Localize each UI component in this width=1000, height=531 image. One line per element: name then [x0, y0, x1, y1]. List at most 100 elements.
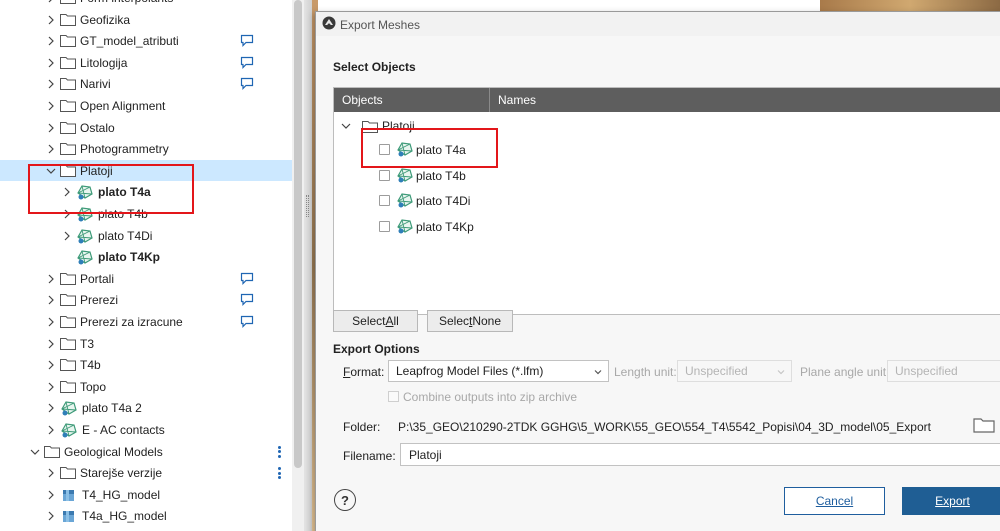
- object-label: plato T4b: [416, 168, 466, 183]
- app-window: Form interpolants Geofizika GT_model_atrib…: [0, 0, 1000, 531]
- tree-item[interactable]: Geological Models: [0, 441, 292, 462]
- select-all-label-key: A: [385, 314, 394, 328]
- comment-icon[interactable]: [240, 315, 254, 328]
- chevron-right-icon[interactable]: [44, 13, 58, 27]
- project-tree: Form interpolants Geofizika GT_model_atrib…: [0, 0, 292, 531]
- combine-zip-checkbox[interactable]: [388, 391, 399, 402]
- tree-item[interactable]: Narivi: [0, 73, 292, 94]
- tree-item-label: Ostalo: [80, 120, 115, 135]
- tree-item[interactable]: Topo: [0, 376, 292, 397]
- tree-item[interactable]: plato T4Di: [0, 225, 292, 246]
- chevron-right-icon[interactable]: [60, 229, 74, 243]
- chevron-right-icon[interactable]: [44, 509, 58, 523]
- chevron-right-icon[interactable]: [44, 401, 58, 415]
- folder-label: Folder:: [343, 420, 381, 434]
- chevron-right-icon[interactable]: [44, 358, 58, 372]
- chevron-right-icon[interactable]: [44, 488, 58, 502]
- mesh-icon: [77, 228, 93, 244]
- chevron-down-icon[interactable]: [341, 121, 351, 131]
- select-none-button[interactable]: Selec t None: [427, 310, 513, 332]
- folder-icon: [60, 294, 76, 307]
- tree-item[interactable]: T4b: [0, 354, 292, 375]
- chevron-right-icon[interactable]: [44, 272, 58, 286]
- tree-item[interactable]: T4_HG_model: [0, 484, 292, 505]
- chevron-right-icon[interactable]: [44, 121, 58, 135]
- chevron-right-icon[interactable]: [44, 337, 58, 351]
- cancel-button[interactable]: Cancel: [784, 487, 885, 515]
- chevron-right-icon[interactable]: [44, 380, 58, 394]
- tree-item[interactable]: Portali: [0, 268, 292, 289]
- folder-icon: [44, 445, 60, 458]
- geological-model-icon: [63, 489, 74, 501]
- tree-item[interactable]: Geofizika: [0, 9, 292, 30]
- chevron-right-icon[interactable]: [44, 466, 58, 480]
- length-unit-label: Length unit:: [614, 365, 677, 379]
- tree-item[interactable]: Prerezi: [0, 289, 292, 310]
- tree-item[interactable]: Open Alignment: [0, 95, 292, 116]
- object-checkbox[interactable]: [379, 220, 390, 232]
- object-row[interactable]: plato T4Kp: [334, 216, 1000, 238]
- tree-item[interactable]: Photogrammetry: [0, 138, 292, 159]
- tree-item[interactable]: plato T4a 2: [0, 397, 292, 418]
- more-options-icon[interactable]: [276, 445, 282, 459]
- cancel-label: Cancel: [815, 494, 854, 508]
- chevron-down-icon[interactable]: [28, 445, 42, 459]
- tree-item-label: Geological Models: [64, 444, 163, 459]
- folder-path[interactable]: P:\35_GEO\210290-2TDK GGHG\5_WORK\55_GEO…: [398, 420, 931, 434]
- column-header-objects[interactable]: Objects: [334, 88, 490, 112]
- tree-item-label: T3: [80, 336, 95, 351]
- chevron-right-icon[interactable]: [44, 99, 58, 113]
- chevron-right-icon[interactable]: [44, 423, 58, 437]
- object-row[interactable]: plato T4Di: [334, 190, 1000, 212]
- tree-item[interactable]: T3: [0, 333, 292, 354]
- tree-item[interactable]: E - AC contacts: [0, 419, 292, 440]
- chevron-right-icon[interactable]: [44, 0, 58, 5]
- comment-icon[interactable]: [240, 56, 254, 69]
- tree-scrollbar[interactable]: [292, 0, 304, 531]
- tree-item[interactable]: Litologija: [0, 52, 292, 73]
- objects-table[interactable]: Objects Names Platoji plato T4a plato T4b…: [333, 87, 1000, 315]
- chevron-right-icon[interactable]: [44, 56, 58, 70]
- filename-input[interactable]: Platoji: [400, 443, 1000, 466]
- chevron-right-icon[interactable]: [44, 315, 58, 329]
- select-all-label-pre: Select: [352, 314, 386, 328]
- comment-icon[interactable]: [240, 293, 254, 307]
- object-checkbox[interactable]: [379, 195, 390, 206]
- tree-item[interactable]: Starejše verzije: [0, 462, 292, 483]
- more-options-icon[interactable]: [276, 466, 282, 480]
- format-label-rest: ormat:: [350, 365, 385, 379]
- help-icon[interactable]: ?: [334, 489, 356, 511]
- comment-icon[interactable]: [240, 272, 254, 285]
- format-select[interactable]: Leapfrog Model Files (*.lfm): [388, 360, 609, 382]
- select-all-button[interactable]: Select All: [333, 310, 418, 332]
- tree-scrollbar-thumb[interactable]: [294, 0, 302, 468]
- folder-icon: [60, 13, 76, 26]
- chevron-right-icon[interactable]: [44, 77, 58, 91]
- comment-icon[interactable]: [240, 77, 254, 91]
- tree-item[interactable]: GT_model_atributi: [0, 30, 292, 51]
- plane-angle-unit-select[interactable]: Unspecified: [887, 360, 1000, 382]
- export-button[interactable]: Export: [902, 487, 1000, 515]
- length-unit-select[interactable]: Unspecified: [677, 360, 792, 382]
- dialog-title-bar: Export Meshes: [316, 12, 1000, 36]
- tree-item[interactable]: Ostalo: [0, 117, 292, 138]
- column-header-names[interactable]: Names: [490, 88, 1000, 112]
- browse-folder-icon[interactable]: [973, 417, 995, 433]
- tree-item-label: GT_model_atributi: [80, 34, 179, 49]
- tree-item-label: Starejše verzije: [80, 466, 163, 481]
- mesh-icon: [397, 193, 413, 208]
- tree-item[interactable]: T4a_HG_model: [0, 505, 292, 526]
- comment-icon[interactable]: [240, 34, 254, 48]
- tree-item[interactable]: plato T4Kp: [0, 246, 292, 267]
- chevron-down-icon: [594, 370, 602, 375]
- chevron-right-icon[interactable]: [44, 142, 58, 156]
- select-none-label-post: None: [472, 314, 502, 328]
- tree-item-label: Prerezi za izracune: [80, 315, 183, 329]
- pane-splitter[interactable]: [304, 0, 312, 531]
- tree-item[interactable]: Prerezi za izracune: [0, 311, 292, 332]
- tree-item-label: Geofizika: [80, 12, 131, 27]
- chevron-right-icon[interactable]: [44, 34, 58, 48]
- object-checkbox[interactable]: [379, 169, 390, 181]
- tree-item[interactable]: Form interpolants: [0, 0, 292, 8]
- chevron-right-icon[interactable]: [44, 293, 58, 307]
